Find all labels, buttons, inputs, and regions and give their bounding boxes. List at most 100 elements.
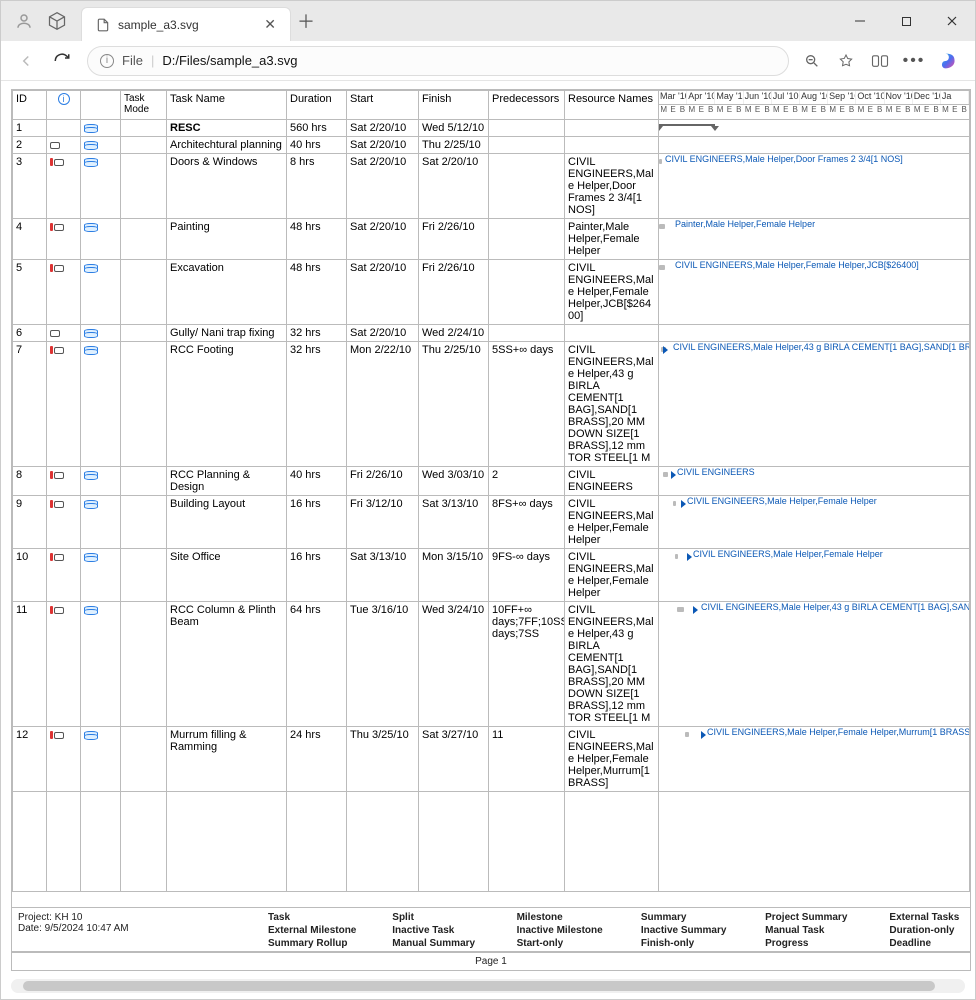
cell-predecessors bbox=[489, 260, 565, 325]
cell-mode bbox=[121, 325, 167, 342]
table-row[interactable]: 3Doors & Windows8 hrsSat 2/20/10Sat 2/20… bbox=[13, 154, 970, 219]
col-start[interactable]: Start bbox=[347, 91, 419, 120]
col-duration[interactable]: Duration bbox=[287, 91, 347, 120]
cell-finish: Sat 3/27/10 bbox=[419, 727, 489, 792]
legend-footer: Project: KH 10 Date: 9/5/2024 10:47 AM T… bbox=[12, 907, 970, 952]
profile-icon[interactable] bbox=[15, 12, 33, 30]
cell-id: 7 bbox=[13, 342, 47, 467]
table-row[interactable]: 1RESC560 hrsSat 2/20/10Wed 5/12/10 bbox=[13, 120, 970, 137]
cell-mode bbox=[121, 137, 167, 154]
table-row[interactable]: 7RCC Footing32 hrsMon 2/22/10Thu 2/25/10… bbox=[13, 342, 970, 467]
cell-indicators bbox=[47, 120, 81, 137]
cell-start: Sat 3/13/10 bbox=[347, 549, 419, 602]
table-row[interactable]: 6Gully/ Nani trap fixing32 hrsSat 2/20/1… bbox=[13, 325, 970, 342]
cell-indicators bbox=[47, 325, 81, 342]
site-info-icon[interactable]: i bbox=[100, 54, 114, 68]
table-row[interactable]: 12Murrum filling & Ramming24 hrsThu 3/25… bbox=[13, 727, 970, 792]
table-row[interactable]: 5Excavation48 hrsSat 2/20/10Fri 2/26/10C… bbox=[13, 260, 970, 325]
window-minimize-button[interactable] bbox=[837, 5, 883, 37]
legend-item: Split bbox=[392, 912, 516, 923]
cell-duration: 24 hrs bbox=[287, 727, 347, 792]
cell-name: Architechtural planning bbox=[167, 137, 287, 154]
cell-gantt: CIVIL ENGINEERS,Male Helper,Female Helpe… bbox=[659, 260, 970, 325]
legend-item: External Milestone bbox=[268, 925, 392, 936]
table-row[interactable]: 4Painting48 hrsSat 2/20/10Fri 2/26/10Pai… bbox=[13, 219, 970, 260]
cell-name: RCC Column & Plinth Beam bbox=[167, 602, 287, 727]
table-row[interactable]: 8RCC Planning & Design40 hrsFri 2/26/10W… bbox=[13, 467, 970, 496]
col-predecessors[interactable]: Predecessors bbox=[489, 91, 565, 120]
cell-indicators bbox=[47, 137, 81, 154]
cell-predecessors: 2 bbox=[489, 467, 565, 496]
cell-finish: Sat 3/13/10 bbox=[419, 496, 489, 549]
refresh-button[interactable] bbox=[51, 50, 73, 72]
window-maximize-button[interactable] bbox=[883, 5, 929, 37]
zoom-icon[interactable] bbox=[803, 52, 821, 70]
col-indicators2[interactable] bbox=[81, 91, 121, 120]
cell-mode bbox=[121, 260, 167, 325]
scrollbar-thumb[interactable] bbox=[23, 981, 935, 991]
table-row[interactable]: 11RCC Column & Plinth Beam64 hrsTue 3/16… bbox=[13, 602, 970, 727]
col-id[interactable]: ID bbox=[13, 91, 47, 120]
cell-gantt bbox=[659, 120, 970, 137]
window-close-button[interactable] bbox=[929, 5, 975, 37]
cell-indicators2 bbox=[81, 219, 121, 260]
cell-gantt: CIVIL ENGINEERS,Male Helper,Female Helpe… bbox=[659, 496, 970, 549]
cell-gantt bbox=[659, 325, 970, 342]
cell-mode bbox=[121, 467, 167, 496]
cell-mode bbox=[121, 154, 167, 219]
cell-gantt: CIVIL ENGINEERS,Male Helper,43 g BIRLA C… bbox=[659, 602, 970, 727]
cell-gantt: CIVIL ENGINEERS,Male Helper,Female Helpe… bbox=[659, 549, 970, 602]
new-tab-button[interactable]: ＋ bbox=[291, 8, 321, 34]
copilot-icon[interactable] bbox=[939, 50, 961, 72]
cell-name: Gully/ Nani trap fixing bbox=[167, 325, 287, 342]
cell-finish: Wed 3/03/10 bbox=[419, 467, 489, 496]
cell-start: Sat 2/20/10 bbox=[347, 219, 419, 260]
cell-indicators2 bbox=[81, 602, 121, 727]
table-row[interactable]: 9Building Layout16 hrsFri 3/12/10Sat 3/1… bbox=[13, 496, 970, 549]
cell-finish: Wed 2/24/10 bbox=[419, 325, 489, 342]
cell-name: Building Layout bbox=[167, 496, 287, 549]
cell-id: 3 bbox=[13, 154, 47, 219]
cell-indicators bbox=[47, 727, 81, 792]
cell-gantt: CIVIL ENGINEERS,Male Helper,Female Helpe… bbox=[659, 727, 970, 792]
cell-gantt: CIVIL ENGINEERS bbox=[659, 467, 970, 496]
favorites-icon[interactable] bbox=[837, 52, 855, 70]
col-resources[interactable]: Resource Names bbox=[565, 91, 659, 120]
table-row[interactable]: 2Architechtural planning40 hrsSat 2/20/1… bbox=[13, 137, 970, 154]
cell-gantt: CIVIL ENGINEERS,Male Helper,Door Frames … bbox=[659, 154, 970, 219]
legend-item: Finish-only bbox=[641, 938, 765, 949]
browser-tab[interactable]: sample_a3.svg ✕ bbox=[81, 7, 291, 41]
split-screen-icon[interactable] bbox=[871, 52, 889, 70]
cell-finish: Fri 2/26/10 bbox=[419, 260, 489, 325]
legend-item: Manual Task bbox=[765, 925, 889, 936]
col-task-name[interactable]: Task Name bbox=[167, 91, 287, 120]
col-indicators[interactable]: i bbox=[47, 91, 81, 120]
tab-close-button[interactable]: ✕ bbox=[260, 16, 280, 33]
cell-finish: Mon 3/15/10 bbox=[419, 549, 489, 602]
cell-gantt bbox=[659, 137, 970, 154]
cell-name: RCC Planning & Design bbox=[167, 467, 287, 496]
workspaces-icon[interactable] bbox=[47, 11, 67, 31]
cell-finish: Wed 3/24/10 bbox=[419, 602, 489, 727]
col-task-mode[interactable]: Task Mode bbox=[121, 91, 167, 120]
cell-resources: CIVIL ENGINEERS,Male Helper,43 g BIRLA C… bbox=[565, 342, 659, 467]
cell-duration: 8 hrs bbox=[287, 154, 347, 219]
horizontal-scrollbar[interactable] bbox=[11, 979, 965, 993]
cell-duration: 48 hrs bbox=[287, 219, 347, 260]
cell-start: Sat 2/20/10 bbox=[347, 260, 419, 325]
table-row[interactable]: 10Site Office16 hrsSat 3/13/10Mon 3/15/1… bbox=[13, 549, 970, 602]
legend-item: Duration-only bbox=[889, 925, 964, 936]
cell-indicators2 bbox=[81, 727, 121, 792]
legend-item: Task bbox=[268, 912, 392, 923]
back-button[interactable] bbox=[15, 50, 37, 72]
cell-duration: 32 hrs bbox=[287, 325, 347, 342]
browser-window: sample_a3.svg ✕ ＋ i File | D:/Files/samp… bbox=[0, 0, 976, 1000]
address-bar[interactable]: i File | D:/Files/sample_a3.svg bbox=[87, 46, 789, 76]
legend-item: Milestone bbox=[517, 912, 641, 923]
col-gantt-header[interactable]: Mar '10Apr '10May '10Jun '10Jul '10Aug '… bbox=[659, 91, 970, 120]
cell-indicators2 bbox=[81, 549, 121, 602]
col-finish[interactable]: Finish bbox=[419, 91, 489, 120]
cell-finish: Wed 5/12/10 bbox=[419, 120, 489, 137]
more-icon[interactable]: ••• bbox=[905, 52, 923, 70]
page-number: Page 1 bbox=[12, 952, 970, 970]
